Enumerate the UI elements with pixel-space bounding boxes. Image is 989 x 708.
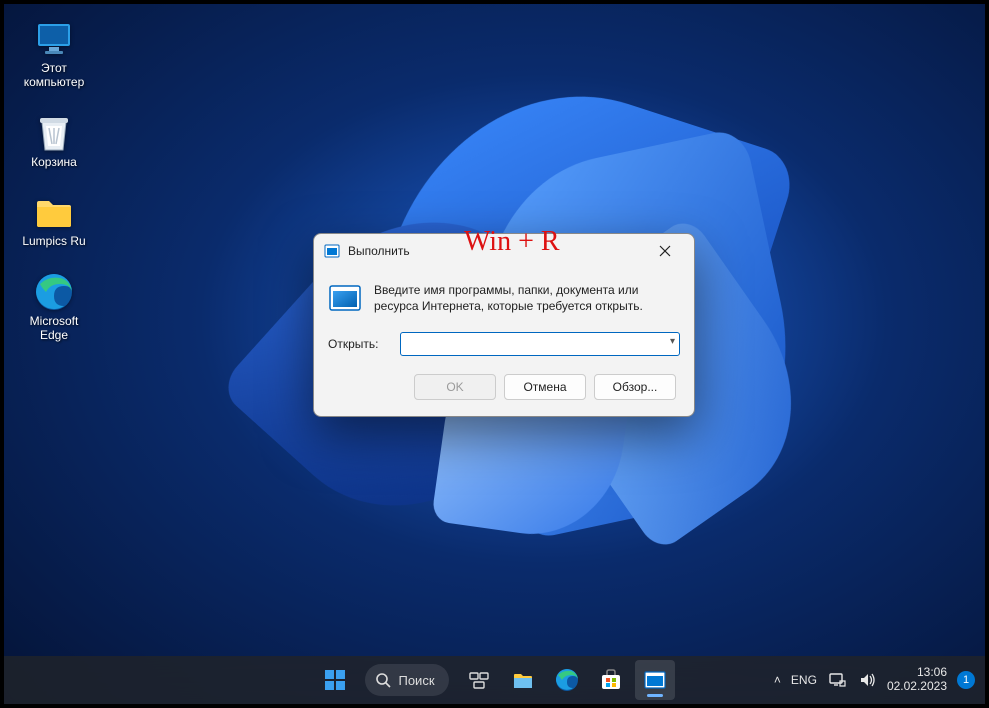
desktop-icon-edge[interactable]: MicrosoftEdge xyxy=(14,267,94,347)
run-dialog: Win + R Выполнить Введите имя программы,… xyxy=(313,233,695,417)
desktop[interactable]: Этоткомпьютер Корзина Lumpics Ru Microso… xyxy=(4,4,985,704)
edge-icon xyxy=(33,271,75,313)
recycle-bin-icon xyxy=(33,112,75,154)
taskbar-run[interactable] xyxy=(635,660,675,700)
taskbar-edge[interactable] xyxy=(547,660,587,700)
desktop-icon-recycle-bin[interactable]: Корзина xyxy=(14,108,94,174)
ok-button: OK xyxy=(414,374,496,400)
desktop-icon-label: Корзина xyxy=(31,156,77,170)
run-description: Введите имя программы, папки, документа … xyxy=(374,282,680,314)
language-indicator[interactable]: ENG xyxy=(791,673,817,687)
clock-time: 13:06 xyxy=(887,666,947,680)
desktop-icons: Этоткомпьютер Корзина Lumpics Ru Microso… xyxy=(14,14,94,347)
open-input[interactable] xyxy=(400,332,680,356)
folder-icon xyxy=(33,191,75,233)
cancel-button[interactable]: Отмена xyxy=(504,374,586,400)
run-title: Выполнить xyxy=(348,244,644,258)
close-button[interactable] xyxy=(644,237,686,265)
network-icon[interactable] xyxy=(827,670,847,690)
start-button[interactable] xyxy=(314,660,354,700)
taskbar-clock[interactable]: 13:06 02.02.2023 xyxy=(887,666,947,694)
run-titlebar[interactable]: Выполнить xyxy=(314,234,694,268)
taskbar: Поиск ˄ ENG xyxy=(4,656,985,704)
search-icon xyxy=(374,672,390,688)
run-dialog-icon xyxy=(328,282,362,316)
taskbar-explorer[interactable] xyxy=(503,660,543,700)
run-title-icon xyxy=(324,243,340,259)
open-combobox[interactable]: ▾ xyxy=(400,332,680,356)
monitor-icon xyxy=(33,18,75,60)
desktop-icon-label: Lumpics Ru xyxy=(22,235,85,249)
desktop-icon-label: MicrosoftEdge xyxy=(30,315,79,343)
search-label: Поиск xyxy=(398,673,434,688)
desktop-icon-label: Этоткомпьютер xyxy=(24,62,85,90)
taskbar-store[interactable] xyxy=(591,660,631,700)
browse-button[interactable]: Обзор... xyxy=(594,374,676,400)
volume-icon[interactable] xyxy=(857,670,877,690)
desktop-icon-folder[interactable]: Lumpics Ru xyxy=(14,187,94,253)
open-label: Открыть: xyxy=(328,337,390,351)
tray-overflow-button[interactable]: ˄ xyxy=(774,673,781,687)
taskbar-search[interactable]: Поиск xyxy=(364,664,448,696)
task-view-button[interactable] xyxy=(459,660,499,700)
notification-badge[interactable]: 1 xyxy=(957,671,975,689)
clock-date: 02.02.2023 xyxy=(887,680,947,694)
desktop-icon-this-pc[interactable]: Этоткомпьютер xyxy=(14,14,94,94)
